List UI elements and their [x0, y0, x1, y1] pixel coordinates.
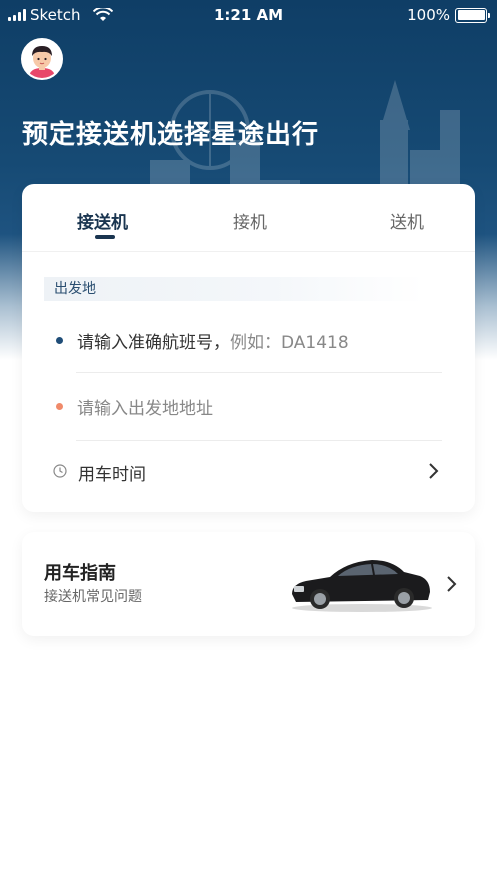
use-time-label: 用车时间: [78, 465, 146, 485]
status-bar: Sketch 1:21 AM 100%: [0, 0, 497, 30]
tab-bar: 接送机 接机 送机: [22, 184, 475, 252]
divider: [76, 372, 442, 373]
status-right: 100%: [407, 6, 490, 24]
flight-number-field[interactable]: 请输入准确航班号，例如：DA1418: [22, 306, 475, 372]
guide-subtitle: 接送机常见问题: [44, 589, 142, 605]
flight-number-label: 请输入准确航班号，: [77, 333, 230, 353]
active-tab-indicator: [95, 235, 115, 239]
tab-pickup-dropoff[interactable]: 接送机: [77, 208, 128, 233]
guide-card[interactable]: 用车指南 接送机常见问题: [22, 532, 475, 636]
avatar-illustration: [23, 40, 61, 78]
departure-address-input[interactable]: 请输入出发地地址: [77, 394, 213, 419]
tab-pickup[interactable]: 接机: [233, 208, 267, 233]
flight-number-input[interactable]: 请输入准确航班号，例如：DA1418: [77, 328, 349, 353]
use-time-row[interactable]: 用车时间: [22, 441, 475, 501]
departure-section-label: 出发地: [44, 277, 424, 301]
orange-dot-icon: [56, 403, 63, 410]
battery-percent: 100%: [407, 6, 450, 24]
avatar[interactable]: [21, 38, 63, 80]
chevron-right-icon: [447, 576, 457, 592]
battery-icon: [455, 7, 490, 23]
clock-icon: [53, 464, 67, 478]
blue-dot-icon: [56, 337, 63, 344]
departure-address-field[interactable]: 请输入出发地地址: [22, 374, 475, 440]
booking-card: 接送机 接机 送机 出发地 请输入准确航班号，例如：DA1418 请输入出发地地…: [22, 184, 475, 512]
tab-dropoff[interactable]: 送机: [390, 208, 424, 233]
flight-number-hint: 例如：DA1418: [230, 333, 349, 353]
guide-title: 用车指南: [44, 563, 116, 584]
page-title: 预定接送机选择星途出行: [22, 120, 320, 150]
chevron-right-icon: [429, 463, 439, 479]
car-image: [292, 560, 432, 612]
